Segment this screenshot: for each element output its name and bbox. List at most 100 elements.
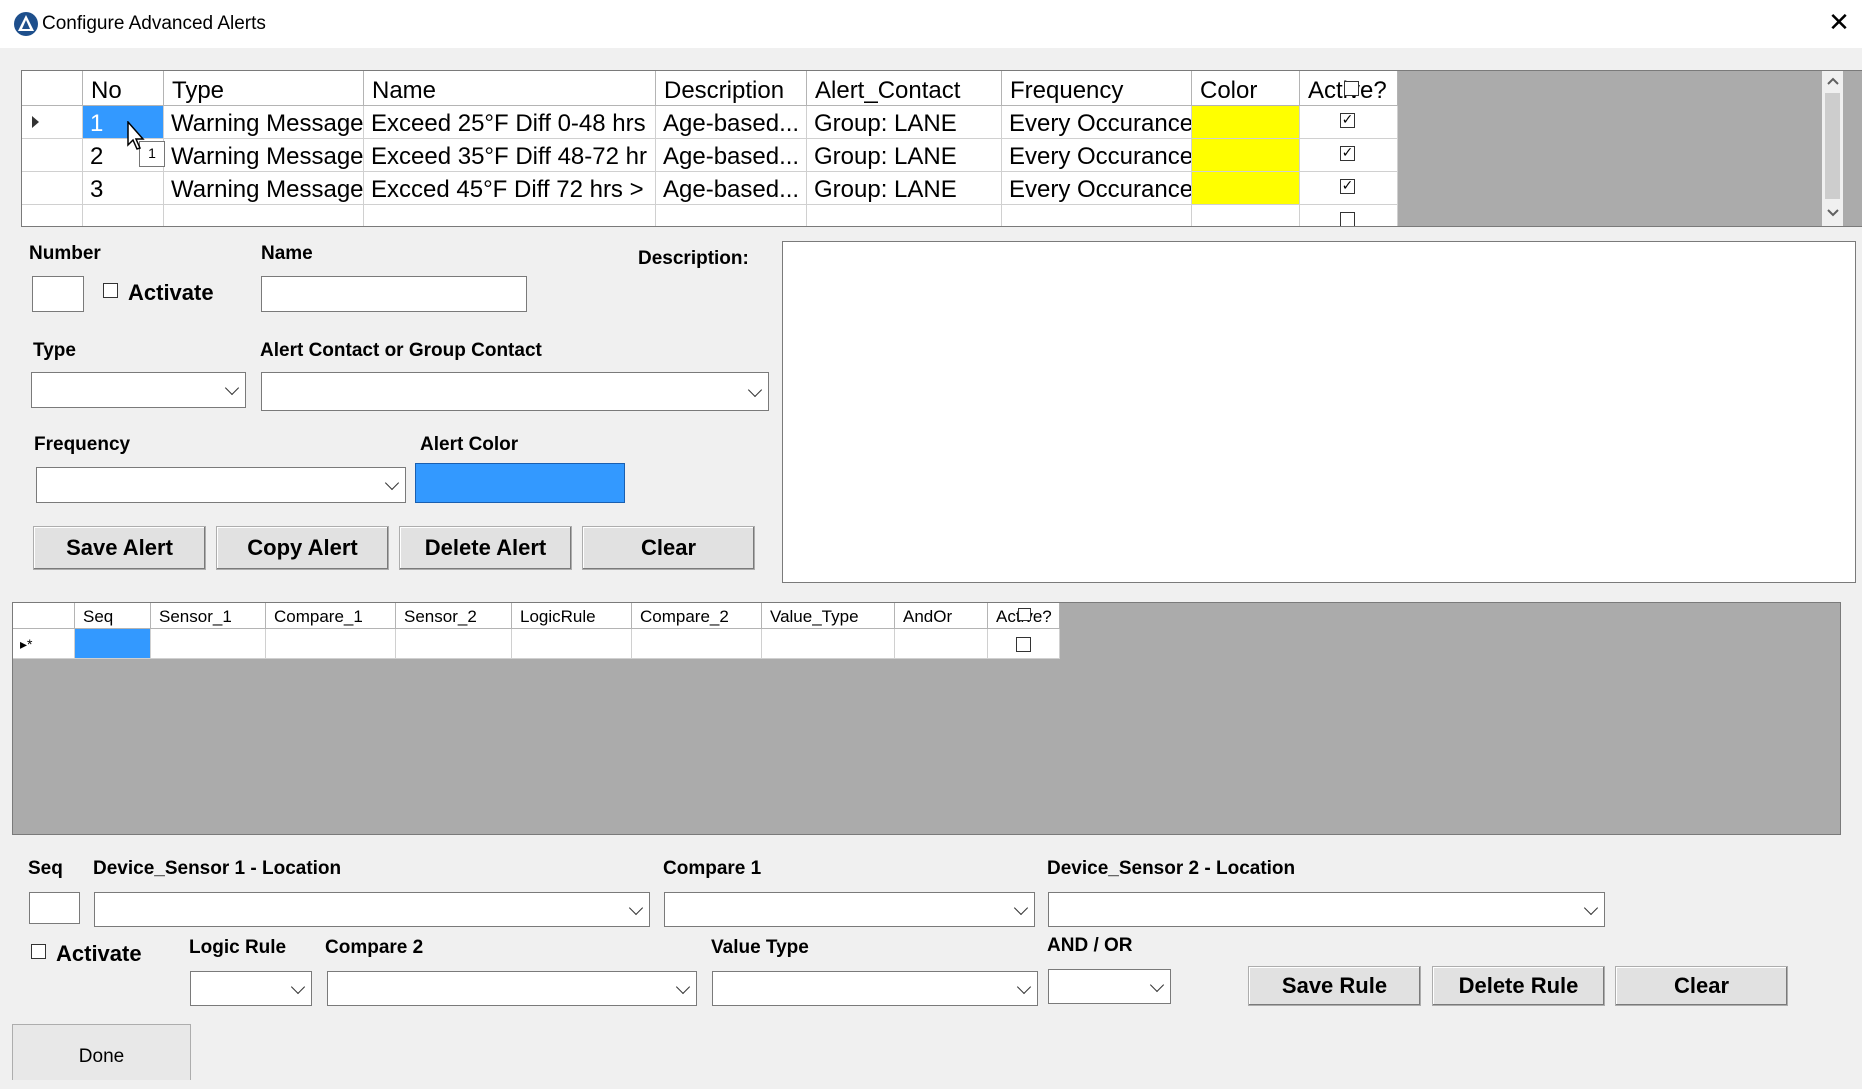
table-cell-contact[interactable]: Group: LANE bbox=[807, 139, 1002, 172]
compare-1-dropdown[interactable] bbox=[664, 892, 1035, 927]
description-textarea[interactable] bbox=[782, 241, 1856, 583]
sensor-1-dropdown[interactable] bbox=[94, 892, 650, 927]
col-header-description[interactable]: Description bbox=[656, 71, 807, 106]
new-row-active-checkbox[interactable] bbox=[1340, 212, 1355, 226]
table-cell-description[interactable]: Age-based... bbox=[656, 139, 807, 172]
table-cell-name[interactable]: Exceed 25°F Diff 0-48 hrs bbox=[364, 106, 656, 139]
value-type-dropdown[interactable] bbox=[712, 971, 1038, 1006]
table-cell-name[interactable]: Exceed 35°F Diff 48-72 hr bbox=[364, 139, 656, 172]
table-cell-frequency[interactable]: Every Occurance bbox=[1002, 106, 1192, 139]
new-row-cell[interactable] bbox=[895, 629, 988, 659]
row-active-checkbox[interactable]: ✓ bbox=[1340, 179, 1355, 194]
seq-input[interactable] bbox=[29, 892, 80, 924]
table-cell-type[interactable]: Warning Message bbox=[164, 106, 364, 139]
row-selector[interactable] bbox=[22, 139, 83, 172]
col-header-value-type[interactable]: Value_Type bbox=[762, 603, 895, 629]
table-cell-color[interactable] bbox=[1192, 172, 1300, 205]
clear-alert-button[interactable]: Clear bbox=[582, 526, 755, 570]
type-dropdown[interactable] bbox=[31, 372, 246, 408]
save-rule-button[interactable]: Save Rule bbox=[1248, 966, 1421, 1006]
new-row-cell[interactable] bbox=[632, 629, 762, 659]
col-header-andor[interactable]: AndOr bbox=[895, 603, 988, 629]
header-active-checkbox[interactable] bbox=[1018, 608, 1031, 621]
new-row-cell[interactable] bbox=[762, 629, 895, 659]
table-cell-description[interactable]: Age-based... bbox=[656, 106, 807, 139]
contact-dropdown[interactable] bbox=[261, 372, 769, 411]
alerts-grid-scrollbar[interactable] bbox=[1822, 71, 1843, 226]
table-cell-contact[interactable]: Group: LANE bbox=[807, 172, 1002, 205]
table-cell-description[interactable]: Age-based... bbox=[656, 172, 807, 205]
col-header-compare-2[interactable]: Compare_2 bbox=[632, 603, 762, 629]
new-row-cell[interactable] bbox=[512, 629, 632, 659]
sensor-2-dropdown[interactable] bbox=[1048, 892, 1605, 927]
table-cell-frequency[interactable]: Every Occurance bbox=[1002, 172, 1192, 205]
col-header-logic-rule[interactable]: LogicRule bbox=[512, 603, 632, 629]
done-button[interactable]: Done bbox=[12, 1024, 191, 1080]
row-selector[interactable] bbox=[22, 172, 83, 205]
new-row-active-checkbox[interactable] bbox=[1016, 637, 1031, 652]
table-cell-name[interactable]: Excced 45°F Diff 72 hrs > bbox=[364, 172, 656, 205]
table-cell-active[interactable]: ✓ bbox=[1300, 172, 1398, 205]
table-cell-active[interactable]: ✓ bbox=[1300, 106, 1398, 139]
col-header-alert-contact[interactable]: Alert_Contact bbox=[807, 71, 1002, 106]
scroll-down-icon[interactable] bbox=[1827, 209, 1839, 217]
alert-color-swatch[interactable] bbox=[415, 463, 625, 503]
new-row-cell-seq[interactable] bbox=[75, 629, 151, 659]
table-cell-no[interactable]: 3 bbox=[83, 172, 164, 205]
col-header-type[interactable]: Type bbox=[164, 71, 364, 106]
frequency-dropdown[interactable] bbox=[36, 467, 406, 503]
new-row-selector[interactable] bbox=[22, 205, 83, 226]
delete-alert-button[interactable]: Delete Alert bbox=[399, 526, 572, 570]
copy-alert-button[interactable]: Copy Alert bbox=[216, 526, 389, 570]
close-icon[interactable]: ✕ bbox=[1816, 0, 1862, 48]
new-row-cell[interactable] bbox=[1002, 205, 1192, 226]
row-active-checkbox[interactable]: ✓ bbox=[1340, 146, 1355, 161]
new-row-cell-active[interactable] bbox=[988, 629, 1060, 659]
table-cell-color[interactable] bbox=[1192, 139, 1300, 172]
new-row-cell[interactable] bbox=[396, 629, 512, 659]
scrollbar-thumb[interactable] bbox=[1825, 93, 1840, 199]
col-header-name[interactable]: Name bbox=[364, 71, 656, 106]
compare-2-dropdown[interactable] bbox=[327, 971, 697, 1006]
row-active-checkbox[interactable]: ✓ bbox=[1340, 113, 1355, 128]
andor-dropdown[interactable] bbox=[1048, 969, 1171, 1004]
table-cell-type[interactable]: Warning Message bbox=[164, 139, 364, 172]
new-row-cell[interactable] bbox=[364, 205, 656, 226]
number-input[interactable] bbox=[32, 276, 84, 312]
new-row-cell[interactable] bbox=[151, 629, 266, 659]
col-header-sensor-1[interactable]: Sensor_1 bbox=[151, 603, 266, 629]
col-header-sensor-2[interactable]: Sensor_2 bbox=[396, 603, 512, 629]
name-input[interactable] bbox=[261, 276, 527, 312]
rules-grid[interactable]: Seq Sensor_1 Compare_1 Sensor_2 LogicRul… bbox=[12, 602, 1841, 835]
row-selector[interactable] bbox=[22, 106, 83, 139]
clear-rule-button[interactable]: Clear bbox=[1615, 966, 1788, 1006]
delete-rule-button[interactable]: Delete Rule bbox=[1432, 966, 1605, 1006]
col-header-no[interactable]: No bbox=[83, 71, 164, 106]
new-row-cell[interactable] bbox=[656, 205, 807, 226]
col-header-frequency[interactable]: Frequency bbox=[1002, 71, 1192, 106]
table-cell-type[interactable]: Warning Message bbox=[164, 172, 364, 205]
table-cell-active[interactable]: ✓ bbox=[1300, 139, 1398, 172]
logic-rule-dropdown[interactable] bbox=[190, 971, 312, 1006]
table-cell-contact[interactable]: Group: LANE bbox=[807, 106, 1002, 139]
save-alert-button[interactable]: Save Alert bbox=[33, 526, 206, 570]
new-row-cell[interactable] bbox=[266, 629, 396, 659]
col-header-compare-1[interactable]: Compare_1 bbox=[266, 603, 396, 629]
andor-label: AND / OR bbox=[1047, 935, 1133, 956]
new-row-cell[interactable] bbox=[1300, 205, 1398, 226]
table-cell-no[interactable]: 1 bbox=[83, 106, 164, 139]
header-active-checkbox[interactable] bbox=[1344, 81, 1359, 96]
new-row-cell[interactable] bbox=[1192, 205, 1300, 226]
col-header-color[interactable]: Color bbox=[1192, 71, 1300, 106]
table-cell-color[interactable] bbox=[1192, 106, 1300, 139]
activate-rule-checkbox[interactable] bbox=[31, 944, 46, 959]
alerts-grid[interactable]: No Type Name Description Alert_Contact F… bbox=[21, 70, 1862, 227]
new-row-cell[interactable] bbox=[807, 205, 1002, 226]
table-cell-frequency[interactable]: Every Occurance bbox=[1002, 139, 1192, 172]
scroll-up-icon[interactable] bbox=[1827, 77, 1839, 85]
new-row-marker[interactable]: ▸* bbox=[13, 629, 75, 659]
col-header-seq[interactable]: Seq bbox=[75, 603, 151, 629]
activate-alert-checkbox[interactable] bbox=[103, 283, 118, 298]
new-row-cell[interactable] bbox=[83, 205, 164, 226]
new-row-cell[interactable] bbox=[164, 205, 364, 226]
